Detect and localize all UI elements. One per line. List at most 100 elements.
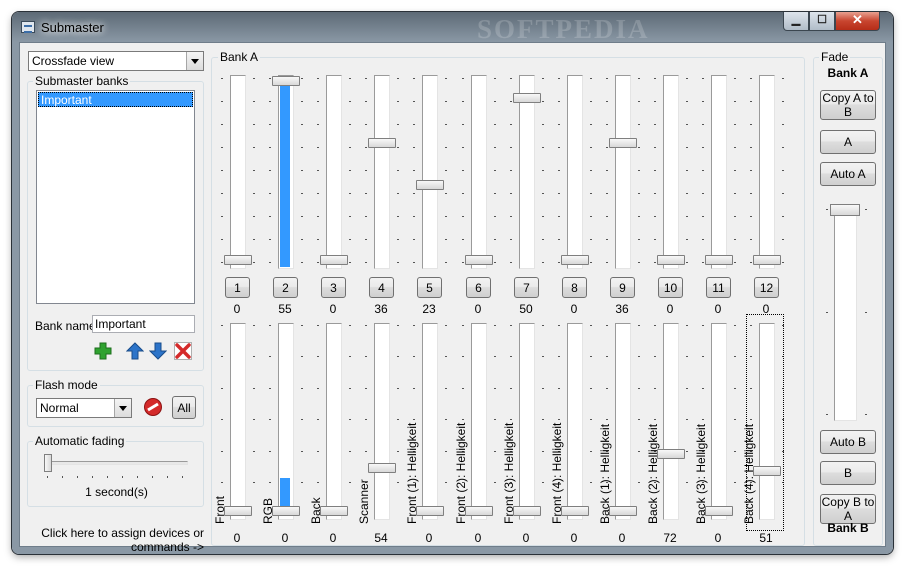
- channel-slider-track[interactable]: [663, 75, 679, 269]
- channel-slider-track[interactable]: [567, 75, 583, 269]
- assign-devices-link[interactable]: Click here to assign devices or commands…: [30, 526, 204, 554]
- minimize-button[interactable]: ▁: [783, 12, 809, 31]
- close-button[interactable]: ✕: [835, 12, 880, 31]
- channel-number-button[interactable]: 1: [225, 277, 250, 298]
- device-slider-track[interactable]: [326, 323, 342, 520]
- device-slider-thumb[interactable]: [416, 506, 444, 516]
- device-slider-thumb[interactable]: [513, 506, 541, 516]
- move-up-button[interactable]: [124, 340, 146, 362]
- slider-tick: [445, 193, 447, 194]
- device-slider-track[interactable]: [711, 323, 727, 520]
- slider-tick: [782, 239, 784, 240]
- fading-slider-thumb[interactable]: [44, 454, 52, 472]
- device-slider-thumb[interactable]: [272, 506, 300, 516]
- channel-slider-track[interactable]: [422, 75, 438, 269]
- channel-slider-track[interactable]: [519, 75, 535, 269]
- device-slider-thumb[interactable]: [657, 449, 685, 459]
- device-slider-track[interactable]: [374, 323, 390, 520]
- channel-number-button[interactable]: 9: [610, 277, 635, 298]
- slider-tick: [221, 419, 223, 420]
- channel-number-button[interactable]: 3: [321, 277, 346, 298]
- slider-tick: [750, 193, 752, 194]
- channel-slider-thumb[interactable]: [320, 255, 348, 265]
- channel-slider-track[interactable]: [759, 75, 775, 269]
- device-slider-thumb[interactable]: [561, 506, 589, 516]
- channel-number-button[interactable]: 11: [706, 277, 731, 298]
- channel-slider-track[interactable]: [711, 75, 727, 269]
- flash-stop-button[interactable]: [142, 396, 164, 418]
- channel-number-button[interactable]: 12: [754, 277, 779, 298]
- slider-tick: [654, 170, 656, 171]
- channel-slider-thumb[interactable]: [272, 76, 300, 86]
- device-slider-track[interactable]: [471, 323, 487, 520]
- device-slider-thumb[interactable]: [320, 506, 348, 516]
- channel-number-button[interactable]: 10: [658, 277, 683, 298]
- b-button[interactable]: B: [820, 461, 876, 485]
- channel-slider-thumb[interactable]: [753, 255, 781, 265]
- channel-slider-thumb[interactable]: [465, 255, 493, 265]
- add-bank-button[interactable]: [92, 340, 114, 362]
- all-button[interactable]: All: [172, 396, 196, 419]
- channel-slider-thumb[interactable]: [561, 255, 589, 265]
- channel-level-fill: [280, 84, 290, 267]
- flash-mode-combo[interactable]: Normal: [36, 398, 132, 418]
- list-item[interactable]: Important: [38, 92, 193, 107]
- slider-tick: [734, 325, 736, 326]
- channel-slider-track[interactable]: [326, 75, 342, 269]
- channel-number-button[interactable]: 4: [369, 277, 394, 298]
- device-slider-thumb[interactable]: [465, 506, 493, 516]
- device-slider-thumb[interactable]: [368, 463, 396, 473]
- copy-a-to-b-button[interactable]: Copy A to B: [820, 90, 876, 120]
- title-bar[interactable]: Submaster SOFTPEDIA ▁ ☐ ✕: [12, 12, 893, 44]
- slider-tick: [269, 193, 271, 194]
- channel-slider-thumb[interactable]: [416, 180, 444, 190]
- bank-name-field[interactable]: Important: [92, 315, 195, 333]
- channel-slider-track[interactable]: [615, 75, 631, 269]
- channel-slider-track[interactable]: [374, 75, 390, 269]
- slider-tick: [826, 414, 828, 415]
- device-slider-thumb[interactable]: [705, 506, 733, 516]
- fading-slider-track[interactable]: [44, 461, 188, 465]
- crossfade-slider-track[interactable]: [834, 208, 857, 421]
- device-slider-track[interactable]: [422, 323, 438, 520]
- device-slider-track[interactable]: [615, 323, 631, 520]
- channel-slider-thumb[interactable]: [513, 93, 541, 103]
- crossfade-slider-thumb[interactable]: [830, 204, 860, 216]
- device-slider-track[interactable]: [567, 323, 583, 520]
- channel-number-button[interactable]: 5: [417, 277, 442, 298]
- maximize-button[interactable]: ☐: [809, 12, 835, 31]
- slider-tick: [686, 451, 688, 452]
- slider-tick: [349, 482, 351, 483]
- device-slider-track[interactable]: [519, 323, 535, 520]
- auto-b-button[interactable]: Auto B: [820, 430, 876, 454]
- delete-bank-button[interactable]: [172, 340, 194, 362]
- chevron-down-icon[interactable]: [114, 399, 131, 417]
- channel-number-button[interactable]: 8: [562, 277, 587, 298]
- device-slider-track[interactable]: [663, 323, 679, 520]
- channel-slider-thumb[interactable]: [705, 255, 733, 265]
- channel-value: 36: [615, 302, 629, 316]
- slider-tick: [413, 419, 415, 420]
- channel-slider-thumb[interactable]: [609, 138, 637, 148]
- chevron-down-icon[interactable]: [186, 52, 203, 70]
- channel-number-button[interactable]: 6: [466, 277, 491, 298]
- channel-number-button[interactable]: 7: [514, 277, 539, 298]
- device-slider-track[interactable]: [230, 323, 246, 520]
- channel-slider-track[interactable]: [230, 75, 246, 269]
- device-slider-thumb[interactable]: [609, 506, 637, 516]
- channel-slider-thumb[interactable]: [224, 255, 252, 265]
- banks-list[interactable]: Important: [36, 90, 195, 304]
- a-button[interactable]: A: [820, 130, 876, 154]
- slider-tick: [638, 239, 640, 240]
- device-slider-thumb[interactable]: [224, 506, 252, 516]
- auto-a-button[interactable]: Auto A: [820, 162, 876, 186]
- channel-slider-thumb[interactable]: [657, 255, 685, 265]
- channel-number-button[interactable]: 2: [273, 277, 298, 298]
- channel-slider-track[interactable]: [471, 75, 487, 269]
- slider-tick: [92, 476, 93, 478]
- view-combo[interactable]: Crossfade view: [28, 51, 204, 71]
- slider-tick: [494, 170, 496, 171]
- copy-b-to-a-button[interactable]: Copy B to A: [820, 494, 876, 524]
- move-down-button[interactable]: [147, 340, 169, 362]
- channel-slider-thumb[interactable]: [368, 138, 396, 148]
